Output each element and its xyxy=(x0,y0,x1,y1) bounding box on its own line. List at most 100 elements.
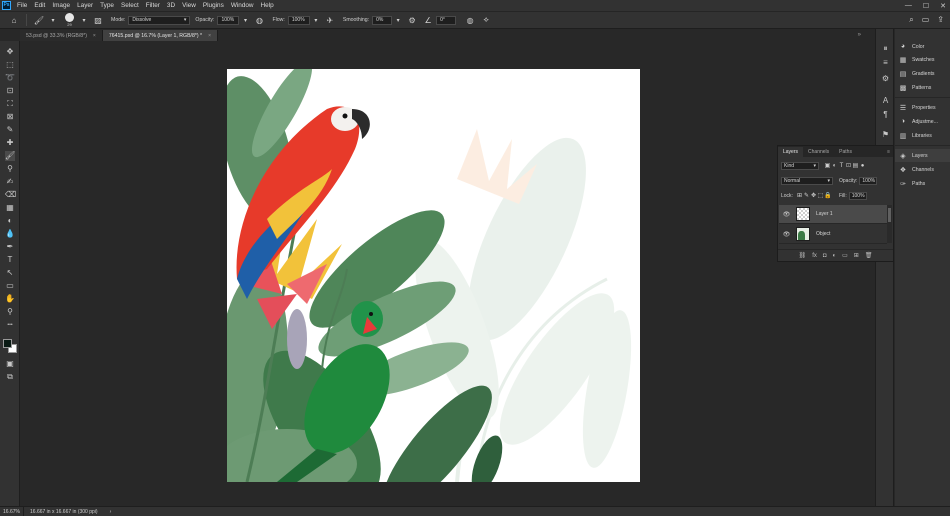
marquee-tool-icon[interactable]: ⬚ xyxy=(5,60,15,70)
panel-patterns[interactable]: ▩ Patterns xyxy=(895,81,950,94)
chevron-down-icon[interactable]: ▾ xyxy=(78,14,90,26)
tab-76415-psd[interactable]: 76415.psd @ 16.7% (Layer 1, RGB/8*) * × xyxy=(102,30,218,41)
panel-gradients[interactable]: ▤ Gradients xyxy=(895,67,950,80)
canvas-workspace[interactable] xyxy=(20,41,865,506)
menu-image[interactable]: Image xyxy=(49,0,74,11)
filter-smart-object-icon[interactable]: ▤ xyxy=(852,162,859,169)
brush-preset-picker[interactable]: 29 xyxy=(65,13,74,27)
menu-filter[interactable]: Filter xyxy=(143,0,164,11)
eraser-tool-icon[interactable]: ⌫ xyxy=(5,190,16,200)
layers-scrollbar[interactable] xyxy=(887,205,892,243)
crop-tool-icon[interactable]: ⛶ xyxy=(5,99,15,109)
filter-shape-icon[interactable]: ⊡ xyxy=(845,162,852,169)
character-icon[interactable]: A xyxy=(880,95,891,106)
more-tools-icon[interactable]: ••• xyxy=(5,320,15,330)
panel-paths[interactable]: ✑ Paths xyxy=(895,177,950,190)
blur-tool-icon[interactable]: ◐ xyxy=(5,216,15,226)
move-tool-icon[interactable]: ✥ xyxy=(5,47,15,57)
layer-row-object[interactable]: 👁 Object xyxy=(779,225,887,244)
zoom-level[interactable]: 16.67% xyxy=(0,506,24,516)
panel-menu-icon[interactable]: ≡ xyxy=(887,149,893,155)
layer-opacity-input[interactable]: 100% xyxy=(859,176,878,185)
lasso-tool-icon[interactable]: ➰ xyxy=(5,73,15,83)
paragraph-icon[interactable]: ¶ xyxy=(880,109,891,120)
foreground-color-swatch[interactable] xyxy=(3,339,12,348)
adjustment-layer-icon[interactable]: ◐ xyxy=(832,253,836,259)
history-icon[interactable]: ⏸ xyxy=(880,43,891,54)
gear-icon[interactable]: ⚙ xyxy=(406,14,418,26)
hand-tool-icon[interactable]: ✋ xyxy=(5,294,15,304)
menu-file[interactable]: File xyxy=(14,0,31,11)
glyphs-icon[interactable]: ⚑ xyxy=(880,129,891,140)
home-icon[interactable]: ⌂ xyxy=(8,14,20,26)
photoshop-logo[interactable]: Ps xyxy=(2,1,11,10)
filter-toggle-icon[interactable]: ● xyxy=(859,163,866,169)
eyedropper-tool-icon[interactable]: ✎ xyxy=(5,125,15,135)
panel-layers[interactable]: ◈ Layers xyxy=(895,149,950,162)
search-icon[interactable]: ⌕ xyxy=(909,15,913,25)
filter-kind-select[interactable]: Kind ▾ xyxy=(781,161,819,170)
pressure-opacity-icon[interactable]: ◍ xyxy=(253,14,265,26)
filter-type-icon[interactable]: T xyxy=(838,163,845,169)
quick-mask-icon[interactable]: ▣ xyxy=(5,359,15,369)
filter-pixel-icon[interactable]: ▣ xyxy=(824,162,831,169)
actions-icon[interactable]: ≡ xyxy=(880,57,891,68)
maximize-icon[interactable]: ☐ xyxy=(923,2,929,10)
dodge-tool-icon[interactable]: 💧 xyxy=(5,229,15,239)
close-icon[interactable]: × xyxy=(93,33,96,39)
symmetry-icon[interactable]: ⟡ xyxy=(480,14,492,26)
lock-image-icon[interactable]: ✎ xyxy=(803,192,810,199)
lock-all-icon[interactable]: 🔒 xyxy=(824,192,831,199)
angle-input[interactable]: 0° xyxy=(436,15,457,25)
mode-select[interactable]: Dissolve ▾ xyxy=(128,15,191,25)
chevron-down-icon[interactable]: ▾ xyxy=(310,14,322,26)
tab-layers[interactable]: Layers xyxy=(778,147,804,157)
layer-row-layer-1[interactable]: 👁 Layer 1 xyxy=(779,205,887,224)
brush-tool-icon[interactable]: 🖌 xyxy=(33,14,45,26)
object-select-tool-icon[interactable]: ⊡ xyxy=(5,86,15,96)
screen-mode-icon[interactable]: ⧉ xyxy=(5,372,15,382)
toggle-brush-panel-icon[interactable]: ▨ xyxy=(92,14,104,26)
new-group-icon[interactable]: ▭ xyxy=(842,252,848,259)
history-brush-tool-icon[interactable]: ✍ xyxy=(5,177,15,187)
new-layer-icon[interactable]: ⊞ xyxy=(854,252,859,259)
share-icon[interactable]: ⇪ xyxy=(937,15,944,25)
menu-layer[interactable]: Layer xyxy=(74,0,97,11)
flow-input[interactable]: 100% xyxy=(287,15,310,25)
zoom-tool-icon[interactable]: ⚲ xyxy=(5,307,15,317)
healing-tool-icon[interactable]: ✚ xyxy=(5,138,15,148)
menu-plugins[interactable]: Plugins xyxy=(200,0,228,11)
chevron-down-icon[interactable]: ▾ xyxy=(392,14,404,26)
pen-tool-icon[interactable]: ✒ xyxy=(5,242,15,252)
tab-channels[interactable]: Channels xyxy=(803,147,834,157)
lock-artboard-icon[interactable]: ⬚ xyxy=(817,192,824,199)
type-tool-icon[interactable]: T xyxy=(5,255,15,265)
workspace-icon[interactable]: ▭ xyxy=(922,15,930,25)
lock-transparent-icon[interactable]: ⊞ xyxy=(796,192,803,199)
chevron-down-icon[interactable]: ▾ xyxy=(47,14,59,26)
gradient-tool-icon[interactable]: ▦ xyxy=(5,203,15,213)
menu-3d[interactable]: 3D xyxy=(164,0,179,11)
panel-adjustments[interactable]: ◑ Adjustme... xyxy=(895,115,950,128)
menu-select[interactable]: Select xyxy=(118,0,143,11)
smoothing-input[interactable]: 0% xyxy=(372,15,393,25)
panel-properties[interactable]: ☰ Properties xyxy=(895,101,950,114)
panel-libraries[interactable]: ▥ Libraries xyxy=(895,129,950,142)
tab-53-psd[interactable]: 53.psd @ 33.3% (RGB/8*) × xyxy=(20,30,103,41)
brush-tool-icon[interactable]: 🖌 xyxy=(5,151,15,161)
panel-swatches[interactable]: ▦ Swatches xyxy=(895,53,950,66)
add-mask-icon[interactable]: ◘ xyxy=(823,253,827,259)
menu-edit[interactable]: Edit xyxy=(31,0,49,11)
minimize-icon[interactable]: — xyxy=(905,2,912,9)
chevron-right-icon[interactable]: › xyxy=(110,509,112,515)
eye-icon[interactable]: 👁 xyxy=(782,231,791,238)
filter-adjustment-icon[interactable]: ◐ xyxy=(831,163,838,169)
lock-position-icon[interactable]: ✥ xyxy=(810,192,817,199)
tab-overflow-icon[interactable]: » xyxy=(858,32,861,38)
opacity-input[interactable]: 100% xyxy=(217,15,240,25)
menu-type[interactable]: Type xyxy=(97,0,118,11)
clone-stamp-tool-icon[interactable]: ⚲ xyxy=(5,164,15,174)
trash-icon[interactable]: 🗑 xyxy=(865,252,873,259)
pressure-size-icon[interactable]: ◍ xyxy=(464,14,476,26)
path-select-tool-icon[interactable]: ↖ xyxy=(5,268,15,278)
